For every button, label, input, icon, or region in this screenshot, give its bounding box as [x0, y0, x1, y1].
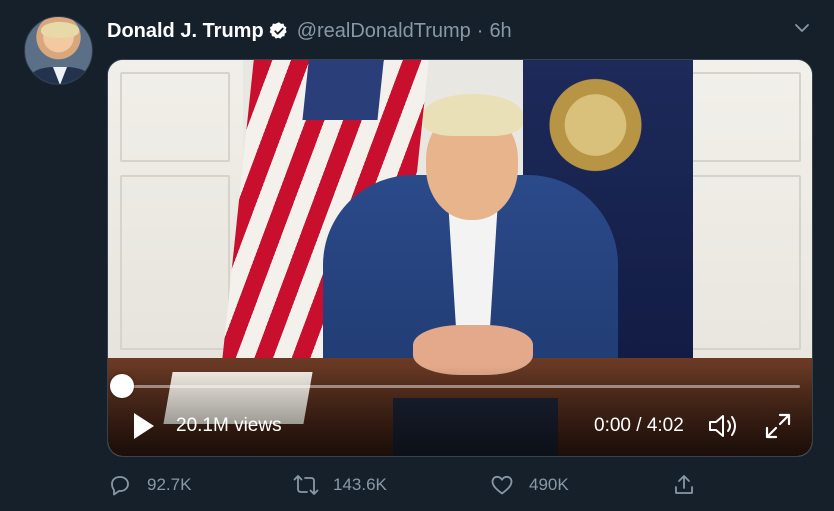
progress-scrubber-handle[interactable] [110, 374, 134, 398]
share-button[interactable] [671, 470, 711, 500]
like-button[interactable]: 490K [489, 470, 569, 500]
tweet-header: Donald J. Trump @realDonaldTrump · 6h [107, 16, 512, 46]
us-flag-canton [302, 60, 384, 120]
cabinet-panel [120, 175, 230, 350]
share-icon [671, 472, 697, 498]
tweet-time[interactable]: 6h [489, 20, 511, 43]
verified-badge-icon [269, 21, 289, 41]
author-name[interactable]: Donald J. Trump [107, 20, 264, 43]
tweet-actions: 92.7K 143.6K 490K [107, 470, 707, 500]
retweet-icon [293, 472, 319, 498]
avatar-hair [41, 22, 79, 38]
avatar[interactable] [24, 16, 93, 85]
like-count: 490K [529, 475, 569, 494]
chevron-down-icon[interactable] [790, 16, 814, 40]
presidential-seal [543, 70, 648, 180]
heart-icon [489, 472, 515, 498]
fullscreen-icon[interactable] [762, 410, 794, 442]
retweet-button[interactable]: 143.6K [293, 470, 387, 500]
reply-button[interactable]: 92.7K [107, 470, 191, 500]
cabinet-panel [686, 175, 801, 350]
person-hair [423, 94, 523, 136]
progress-bar[interactable] [120, 385, 800, 388]
retweet-count: 143.6K [333, 475, 387, 494]
view-count: 20.1M views [176, 415, 282, 436]
volume-icon[interactable] [706, 410, 740, 442]
reply-count: 92.7K [147, 475, 192, 494]
reply-icon [107, 472, 133, 498]
video-player[interactable]: 20.1M views 0:00 / 4:02 [107, 59, 813, 457]
author-handle[interactable]: @realDonaldTrump [297, 20, 471, 43]
play-icon[interactable] [130, 410, 158, 442]
cabinet-panel [120, 72, 230, 162]
timecode: 0:00 / 4:02 [594, 415, 684, 436]
cabinet-panel [686, 72, 801, 162]
separator-dot: · [476, 19, 484, 42]
